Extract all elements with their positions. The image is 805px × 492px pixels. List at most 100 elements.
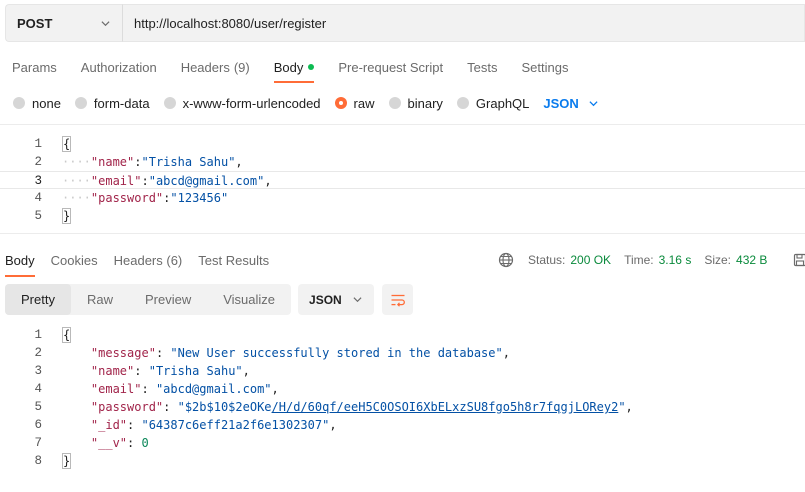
response-tab-headers[interactable]: Headers (6) [109, 243, 188, 277]
code-text: ····"email":"abcd@gmail.com", [62, 174, 272, 188]
tab-label: Headers [180, 59, 230, 75]
response-tab-cookies[interactable]: Cookies [46, 243, 103, 277]
radio-form-data[interactable]: form-data [74, 96, 150, 111]
tab-body[interactable]: Body [262, 48, 327, 86]
json-key: "name" [90, 364, 135, 378]
line-number: 4 [34, 382, 42, 396]
code-text: "_id": "64387c6eff21a2f6e1302307", [90, 418, 337, 432]
view-mode-label: Visualize [223, 292, 276, 307]
url-input[interactable]: http://localhost:8080/user/register [122, 4, 805, 42]
line-number: 4 [34, 191, 42, 205]
line-number: 1 [34, 328, 42, 342]
json-key: "message" [90, 346, 156, 360]
line-number: 5 [34, 209, 42, 223]
language-select[interactable]: JSON [543, 95, 598, 111]
line-number: 3 [34, 364, 42, 378]
tab-label: Body [5, 252, 35, 268]
tab-label: Tests [467, 59, 498, 75]
radio-x-www-form-urlencoded[interactable]: x-www-form-urlencoded [163, 95, 321, 111]
body-type-options: none form-data x-www-form-urlencoded raw… [13, 92, 598, 114]
code-text: ····"name":"Trisha Sahu", [62, 155, 243, 169]
body-indicator-dot [308, 64, 315, 70]
wrap-lines-icon [391, 294, 405, 307]
json-value-link[interactable]: /H/d/60qf/eeH5C0OSOI6XbELxzSU8fgo5h8r7fq… [272, 400, 619, 414]
code-line: 8 } [0, 452, 805, 470]
language-label: JSON [543, 95, 579, 111]
request-url-bar: POST http://localhost:8080/user/register [5, 4, 805, 42]
radio-label: none [32, 95, 61, 111]
radio-none[interactable]: none [13, 96, 61, 111]
globe-icon[interactable] [498, 252, 514, 268]
json-value: "Trisha Sahu" [141, 155, 236, 169]
chevron-down-icon [101, 20, 110, 26]
radio-label: x-www-form-urlencoded [182, 95, 321, 111]
view-mode-raw[interactable]: Raw [71, 284, 129, 315]
response-tab-test-results[interactable]: Test Results [193, 243, 274, 277]
time-value[interactable]: 3.16 s [659, 253, 692, 267]
view-mode-pretty[interactable]: Pretty [5, 284, 71, 315]
format-label: JSON [309, 292, 342, 307]
tab-settings[interactable]: Settings [509, 48, 580, 86]
radio-circle-icon [74, 97, 87, 109]
json-value: "Trisha Sahu" [148, 364, 243, 378]
view-mode-visualize[interactable]: Visualize [207, 284, 291, 315]
response-meta: Status: 200 OK Time: 3.16 s Size: 432 B … [498, 251, 805, 269]
response-tab-body[interactable]: Body [0, 243, 40, 277]
chevron-down-icon [353, 297, 362, 303]
request-body-editor[interactable]: 1 { 2 ····"name":"Trisha Sahu", 3 ····"e… [0, 124, 805, 234]
code-text: "password": "$2b$10$2eOKe/H/d/60qf/eeH5C… [90, 400, 633, 414]
view-mode-label: Pretty [21, 292, 55, 307]
radio-raw[interactable]: raw [334, 95, 375, 111]
size-value[interactable]: 432 B [736, 253, 767, 267]
radio-graphql[interactable]: GraphQL [456, 96, 529, 111]
json-value: "New User successfully stored in the dat… [170, 346, 503, 360]
tab-label: Body [273, 59, 304, 75]
brace: } [62, 453, 72, 469]
code-line: 1 { [0, 326, 805, 344]
request-tabs: Params Authorization Headers (9) Body Pre… [0, 48, 580, 86]
json-key: "__v" [90, 436, 128, 450]
radio-binary[interactable]: binary [388, 95, 443, 111]
code-line: 3 "name": "Trisha Sahu", [0, 362, 805, 380]
radio-selected-icon [334, 97, 347, 109]
code-text: "message": "New User successfully stored… [90, 346, 510, 360]
method-select[interactable]: POST [5, 4, 122, 42]
json-key: "password" [90, 400, 164, 414]
json-value: "64387c6eff21a2f6e1302307" [141, 418, 330, 432]
brace: } [62, 208, 72, 224]
code-line: 7 "__v": 0 [0, 434, 805, 452]
headers-count: (6) [166, 252, 183, 268]
tab-params[interactable]: Params [0, 48, 69, 86]
tab-label: Cookies [50, 252, 98, 268]
radio-circle-icon [163, 97, 176, 109]
method-label: POST [17, 15, 53, 31]
status-value[interactable]: 200 OK [570, 253, 611, 267]
json-key: "password" [90, 191, 164, 205]
size-label: Size: [704, 253, 732, 267]
tab-headers[interactable]: Headers (9) [169, 48, 262, 86]
wrap-lines-button[interactable] [382, 284, 414, 315]
json-value: "abcd@gmail.com" [155, 382, 272, 396]
response-format-select[interactable]: JSON [298, 284, 375, 315]
view-mode-preview[interactable]: Preview [129, 284, 207, 315]
radio-label: raw [353, 95, 375, 111]
radio-circle-icon [456, 97, 469, 109]
json-value: "123456" [170, 191, 229, 205]
code-text: { [62, 135, 72, 153]
url-text: http://localhost:8080/user/register [134, 15, 327, 31]
code-line-active: 3 ····"email":"abcd@gmail.com", [0, 171, 805, 189]
code-line: 2 "message": "New User successfully stor… [0, 344, 805, 362]
save-icon[interactable] [793, 253, 805, 267]
tab-tests[interactable]: Tests [455, 48, 509, 86]
response-tabs: Body Cookies Headers (6) Test Results [0, 243, 280, 277]
radio-label: binary [407, 95, 443, 111]
radio-circle-icon [13, 97, 25, 109]
line-number: 2 [34, 155, 42, 169]
tab-authorization[interactable]: Authorization [69, 48, 169, 86]
chevron-down-icon [589, 100, 598, 106]
tab-pre-request-script[interactable]: Pre-request Script [326, 48, 455, 86]
code-text: } [62, 207, 72, 225]
code-line: 5 } [0, 207, 805, 225]
code-text: ····"password":"123456" [62, 191, 229, 205]
response-body-viewer[interactable]: 1 { 2 "message": "New User successfully … [0, 326, 805, 476]
